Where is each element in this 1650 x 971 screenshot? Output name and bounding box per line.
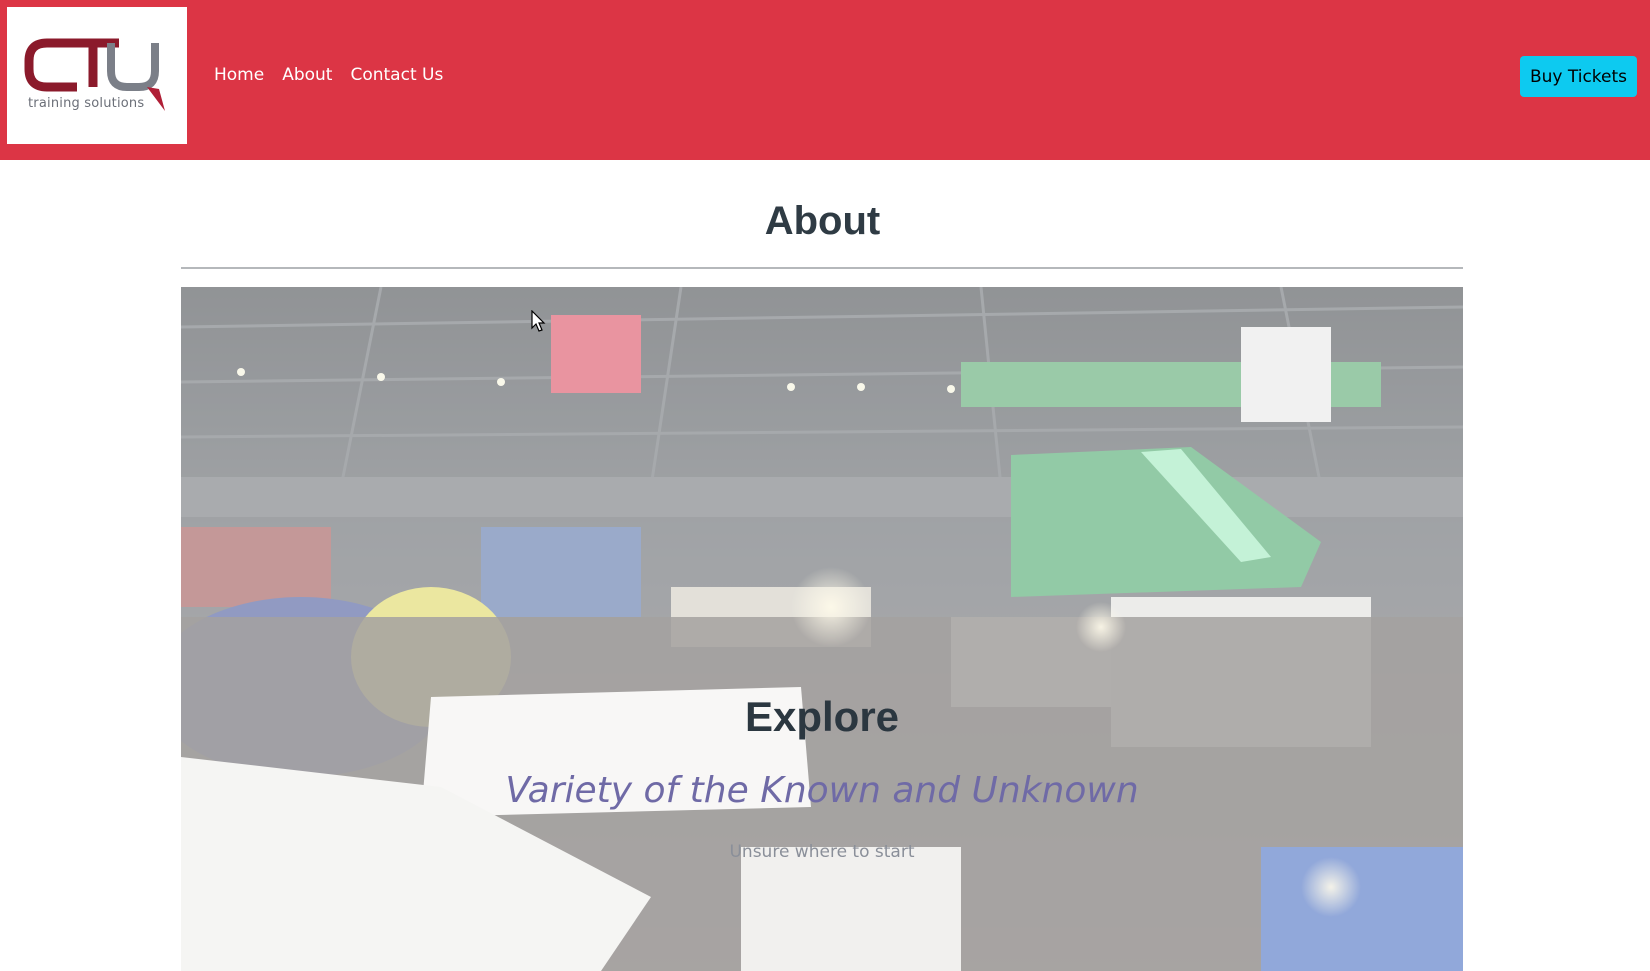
ctu-logo[interactable]: training solutions xyxy=(7,7,187,144)
nav-link-home[interactable]: Home xyxy=(214,65,264,85)
nav-link-contact-us[interactable]: Contact Us xyxy=(350,65,443,85)
hero-tagline: Unsure where to start xyxy=(729,842,915,862)
nav-link-about[interactable]: About xyxy=(282,65,332,85)
logo-tagline: training solutions xyxy=(28,96,145,111)
main-nav: Home About Contact Us xyxy=(214,65,461,85)
hero-overlay xyxy=(181,287,1463,971)
mouse-cursor-icon xyxy=(531,310,546,332)
buy-tickets-button[interactable]: Buy Tickets xyxy=(1520,56,1637,97)
page-title: About xyxy=(764,199,881,243)
hero-banner: Explore Variety of the Known and Unknown… xyxy=(181,287,1463,971)
top-navbar: training solutions Home About Contact Us… xyxy=(0,0,1650,160)
ctu-logo-mark xyxy=(24,38,165,111)
hero-subtitle: Variety of the Known and Unknown xyxy=(505,770,1139,811)
hero-title: Explore xyxy=(744,693,900,740)
title-divider xyxy=(181,267,1463,269)
